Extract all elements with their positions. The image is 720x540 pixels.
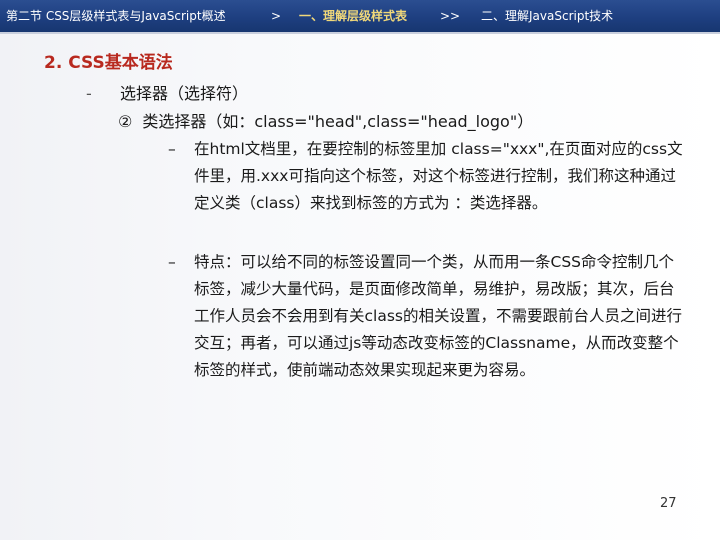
bullet-text: 特点：可以给不同的标签设置同一个类，从而用一条CSS命令控制几个标签，减少大量代… (194, 253, 682, 379)
breadcrumb-current-topic[interactable]: 一、理解层级样式表 (299, 0, 407, 32)
page-number: 27 (660, 496, 677, 511)
bullet-definition: – 在html文档里，在要控制的标签里加 class="xxx",在页面对应的c… (168, 136, 688, 217)
breadcrumb-next-topic[interactable]: 二、理解JavaScript技术 (481, 0, 613, 32)
bullet-features: – 特点：可以给不同的标签设置同一个类，从而用一条CSS命令控制几个标签，减少大… (168, 249, 688, 384)
outline-level-1-text: 选择器（选择符） (120, 84, 249, 103)
breadcrumb-bar: 第二节 CSS层级样式表与JavaScript概述 > 一、理解层级样式表 >>… (0, 0, 720, 32)
breadcrumb-separator: > (271, 9, 282, 23)
breadcrumb-separator: >> (440, 9, 461, 23)
bullet-text: 在html文档里，在要控制的标签里加 class="xxx",在页面对应的css… (194, 140, 683, 212)
header-divider (0, 32, 720, 34)
list-number: ② (118, 112, 133, 131)
outline-level-1: - 选择器（选择符） (86, 80, 248, 104)
bullet-marker: – (168, 253, 176, 271)
outline-level-2-text: 类选择器（如：class="head",class="head_logo"） (142, 112, 534, 131)
list-marker: - (86, 84, 92, 103)
slide-heading: 2. CSS基本语法 (44, 53, 173, 73)
breadcrumb-section[interactable]: 第二节 CSS层级样式表与JavaScript概述 (6, 0, 226, 32)
bullet-marker: – (168, 140, 176, 158)
outline-level-2: ② 类选择器（如：class="head",class="head_logo"） (118, 108, 533, 132)
